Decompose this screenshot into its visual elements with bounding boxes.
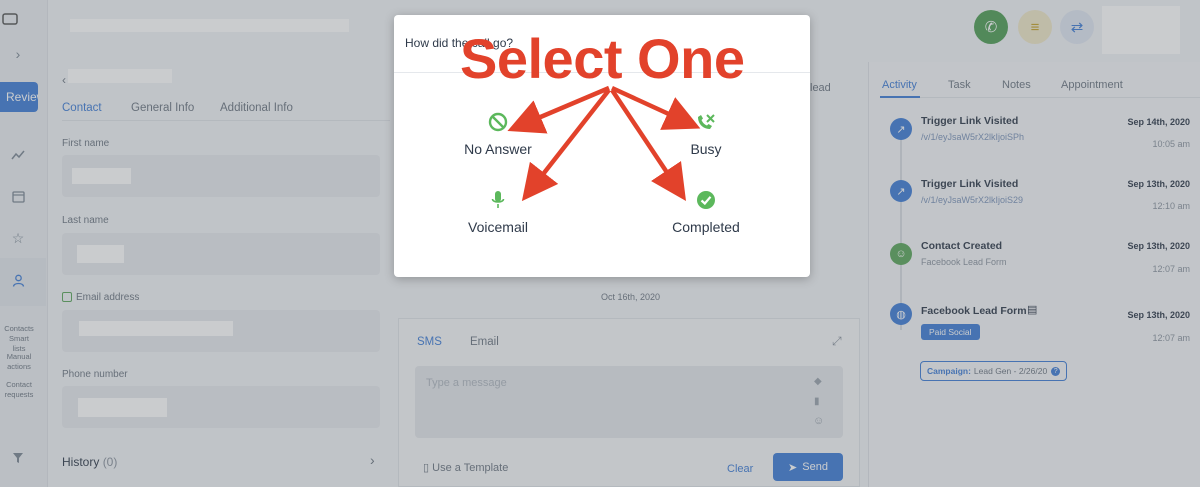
annotation-arrows [507, 85, 701, 202]
